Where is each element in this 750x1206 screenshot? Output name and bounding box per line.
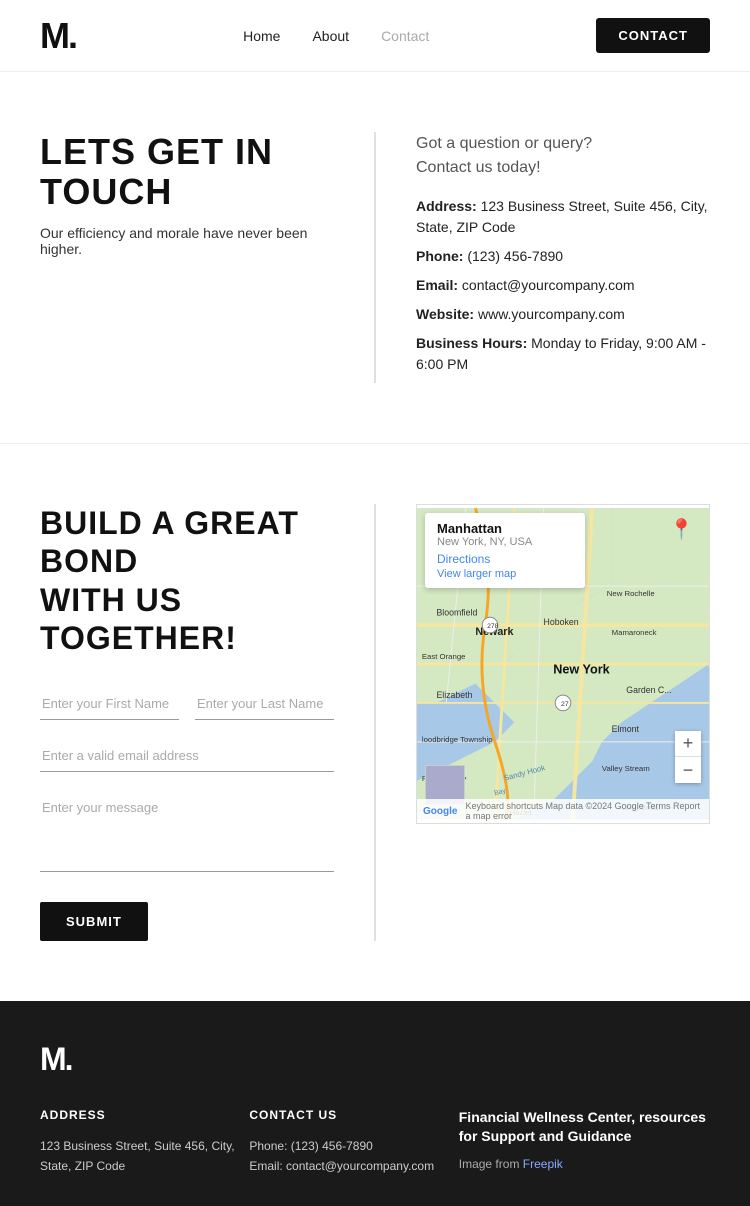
footer-logo: M. xyxy=(40,1041,710,1078)
svg-text:Hoboken: Hoboken xyxy=(544,617,579,627)
footer-financial-col: Financial Wellness Center, resources for… xyxy=(459,1108,710,1177)
email-input[interactable] xyxy=(40,740,334,772)
logo-dot: . xyxy=(68,18,76,54)
navigation: M. Home About Contact CONTACT xyxy=(0,0,750,72)
phone-value: (123) 456-7890 xyxy=(467,248,563,264)
footer-phone: Phone: (123) 456-7890 xyxy=(249,1136,458,1156)
phone-row: Phone: (123) 456-7890 xyxy=(416,246,710,267)
footer-contact-col: CONTACT US Phone: (123) 456-7890 Email: … xyxy=(249,1108,458,1177)
contact-button[interactable]: CONTACT xyxy=(596,18,710,53)
nav-link-home[interactable]: Home xyxy=(243,28,280,44)
website-label: Website: xyxy=(416,306,474,322)
svg-text:Garden C...: Garden C... xyxy=(626,685,671,695)
name-row xyxy=(40,688,334,720)
svg-text:Elizabeth: Elizabeth xyxy=(436,690,472,700)
bond-title: BUILD A GREAT BOND WITH US TOGETHER! xyxy=(40,504,334,658)
map-zoom-out[interactable]: − xyxy=(675,757,701,783)
address-row: Address: 123 Business Street, Suite 456,… xyxy=(416,196,710,238)
footer-financial-title: Financial Wellness Center, resources for… xyxy=(459,1108,710,1147)
bond-left-panel: BUILD A GREAT BOND WITH US TOGETHER! SUB… xyxy=(40,504,376,941)
svg-text:278: 278 xyxy=(487,623,499,630)
map-zoom-in[interactable]: + xyxy=(675,731,701,757)
svg-text:East Orange: East Orange xyxy=(422,652,466,661)
map-footer: Google Keyboard shortcuts Map data ©2024… xyxy=(417,799,709,823)
svg-text:New Rochelle: New Rochelle xyxy=(607,589,655,598)
phone-label: Phone: xyxy=(416,248,463,264)
bond-right-panel: Clifton Bloomfield East Orange Elizabeth… xyxy=(376,504,710,941)
footer-columns: ADDRESS 123 Business Street, Suite 456, … xyxy=(40,1108,710,1177)
website-value: www.yourcompany.com xyxy=(478,306,625,322)
svg-text:Valley Stream: Valley Stream xyxy=(602,764,650,773)
map-location-sub: New York, NY, USA xyxy=(437,536,573,548)
footer-logo-dot: . xyxy=(65,1041,72,1077)
bond-title-line1: BUILD A GREAT BOND xyxy=(40,505,299,579)
map-zoom-controls: + − xyxy=(675,731,701,783)
footer-email: Email: contact@yourcompany.com xyxy=(249,1156,458,1176)
website-row: Website: www.yourcompany.com xyxy=(416,304,710,325)
map-location-name: Manhattan xyxy=(437,521,573,536)
email-row: Email: contact@yourcompany.com xyxy=(416,275,710,296)
hours-label: Business Hours: xyxy=(416,335,527,351)
contact-query: Got a question or query? Contact us toda… xyxy=(416,132,710,180)
bond-title-line2: WITH US TOGETHER! xyxy=(40,582,237,656)
map-footer-text: Keyboard shortcuts Map data ©2024 Google… xyxy=(465,801,703,821)
svg-text:loodbridge Township: loodbridge Township xyxy=(422,735,493,744)
footer-contact-title: CONTACT US xyxy=(249,1108,458,1122)
map-container[interactable]: Clifton Bloomfield East Orange Elizabeth… xyxy=(416,504,710,824)
footer-address-title: ADDRESS xyxy=(40,1108,249,1122)
svg-text:Elmont: Elmont xyxy=(612,724,640,734)
image-from-text: Image from xyxy=(459,1157,520,1171)
map-directions-link[interactable]: Directions xyxy=(437,552,490,566)
nav-link-about[interactable]: About xyxy=(312,28,349,44)
freepik-link[interactable]: Freepik xyxy=(523,1157,563,1171)
map-view-larger[interactable]: View larger map xyxy=(437,568,573,580)
email-value: contact@yourcompany.com xyxy=(462,277,635,293)
contact-form: SUBMIT xyxy=(40,688,334,941)
footer-address-line2: State, ZIP Code xyxy=(40,1156,249,1176)
section-subtitle: Our efficiency and morale have never bee… xyxy=(40,225,334,257)
query-line2: Contact us today! xyxy=(416,159,541,176)
contact-left-panel: LETS GET IN TOUCH Our efficiency and mor… xyxy=(40,132,376,383)
svg-text:Bloomfield: Bloomfield xyxy=(436,607,477,617)
map-pin-icon: 📍 xyxy=(669,517,689,537)
svg-text:Mamaroneck: Mamaroneck xyxy=(612,628,657,637)
bond-section: BUILD A GREAT BOND WITH US TOGETHER! SUB… xyxy=(0,444,750,1001)
footer: M. ADDRESS 123 Business Street, Suite 45… xyxy=(0,1001,750,1206)
svg-text:New York: New York xyxy=(553,663,610,677)
message-input[interactable] xyxy=(40,792,334,872)
footer-address-col: ADDRESS 123 Business Street, Suite 456, … xyxy=(40,1108,249,1177)
first-name-input[interactable] xyxy=(40,688,179,720)
map-popup: Manhattan New York, NY, USA Directions V… xyxy=(425,513,585,588)
hours-row: Business Hours: Monday to Friday, 9:00 A… xyxy=(416,333,710,375)
email-label: Email: xyxy=(416,277,458,293)
submit-button[interactable]: SUBMIT xyxy=(40,902,148,941)
section-title: LETS GET IN TOUCH xyxy=(40,132,334,211)
google-logo: Google xyxy=(423,806,457,817)
contact-info-section: LETS GET IN TOUCH Our efficiency and mor… xyxy=(0,72,750,444)
svg-text:27: 27 xyxy=(561,701,569,708)
nav-links: Home About Contact xyxy=(243,28,429,44)
query-line1: Got a question or query? xyxy=(416,135,592,152)
contact-details: Address: 123 Business Street, Suite 456,… xyxy=(416,196,710,375)
contact-right-panel: Got a question or query? Contact us toda… xyxy=(376,132,710,383)
footer-image-from: Image from Freepik xyxy=(459,1157,563,1171)
last-name-input[interactable] xyxy=(195,688,334,720)
nav-link-contact[interactable]: Contact xyxy=(381,28,429,44)
footer-logo-text: M xyxy=(40,1041,65,1077)
logo: M. xyxy=(40,18,76,54)
footer-address-line1: 123 Business Street, Suite 456, City, xyxy=(40,1136,249,1156)
logo-text: M xyxy=(40,18,68,54)
address-label: Address: xyxy=(416,198,477,214)
